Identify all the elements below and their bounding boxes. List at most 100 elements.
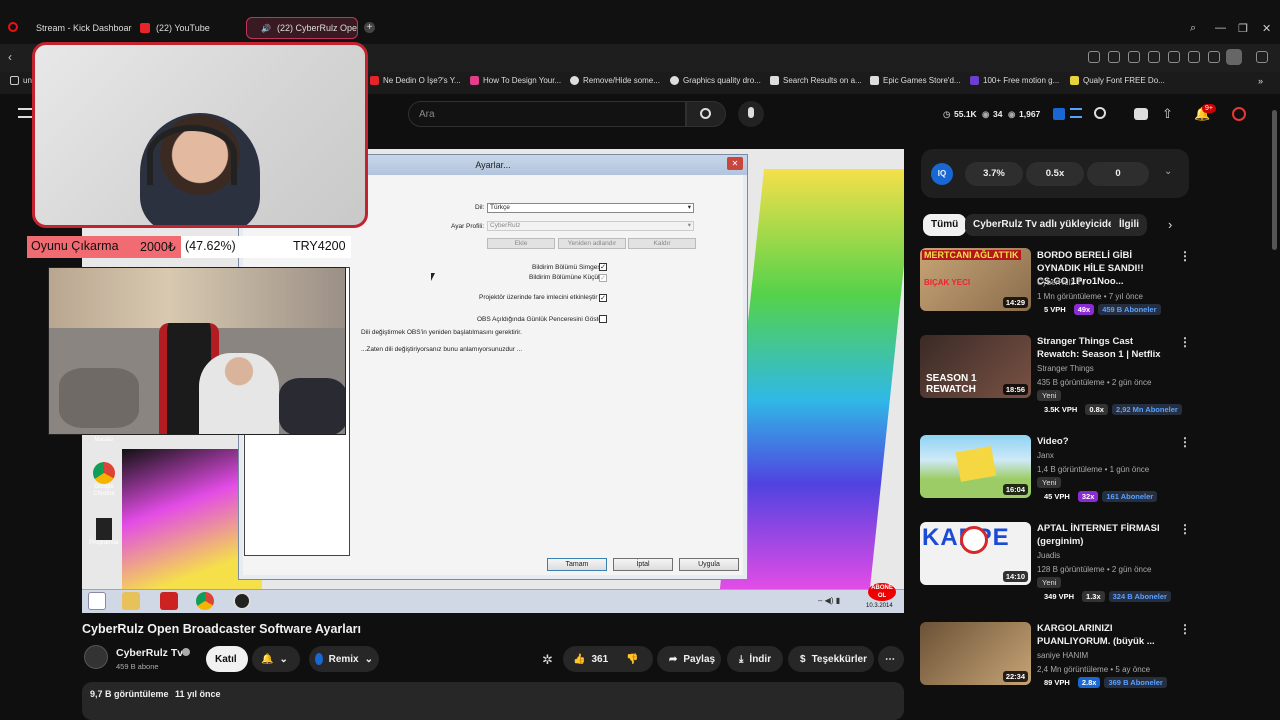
rec-channel[interactable]: Juadis xyxy=(1037,551,1060,560)
rec-channel[interactable]: Stranger Things xyxy=(1037,364,1094,373)
create-icon[interactable] xyxy=(1134,108,1148,120)
thanks-button[interactable]: $ Teşekkürler xyxy=(788,646,874,672)
more-options-icon[interactable]: ⋮ xyxy=(1179,622,1191,636)
speaker-icon[interactable]: 🔊 xyxy=(261,24,271,33)
more-options-icon[interactable]: ⋮ xyxy=(1179,335,1191,349)
bookmark-item[interactable]: 100+ Free motion g... xyxy=(970,76,1059,85)
profile-select[interactable]: CyberRulz ▾ xyxy=(487,221,694,231)
heart-icon[interactable] xyxy=(1168,51,1180,63)
rec-title[interactable]: KARGOLARINIZI PUANLIYORUM. (büyük ... xyxy=(1037,622,1175,648)
remix-button[interactable]: Remix ⌄ xyxy=(309,646,379,672)
search-input[interactable]: Ara xyxy=(408,101,686,127)
upload-icon[interactable]: ⇧ xyxy=(1162,106,1173,122)
chrome-taskbar-icon[interactable] xyxy=(196,592,214,610)
video-description-box[interactable]: 9,7 B görüntüleme 11 yıl önce xyxy=(82,682,904,720)
new-tab-icon[interactable]: + xyxy=(364,22,375,33)
ok-button[interactable]: Tamam xyxy=(547,558,607,571)
rename-profile-button[interactable]: Yeniden adlandır xyxy=(558,238,626,249)
like-icon[interactable]: 👍 xyxy=(573,654,585,665)
bookmark-item[interactable]: Search Results on a... xyxy=(770,76,862,85)
tab-youtube[interactable]: (22) YouTube xyxy=(132,17,242,39)
camera-icon[interactable] xyxy=(1108,51,1120,63)
add-profile-button[interactable]: Ekle xyxy=(487,238,555,249)
tray-icon-checkbox[interactable]: ✓ xyxy=(599,263,607,271)
channel-name[interactable]: CyberRulz Tv xyxy=(116,647,183,659)
download-icon[interactable] xyxy=(1188,51,1200,63)
dialog-close-button[interactable]: ✕ xyxy=(727,157,743,170)
dislike-icon[interactable]: 👎 xyxy=(626,654,638,665)
apply-button[interactable]: Uygula xyxy=(679,558,739,571)
video-thumbnail[interactable]: SEASON 1 REWATCH 18:56 xyxy=(920,335,1031,398)
bookmark-item[interactable]: Epic Games Store'd... xyxy=(870,76,961,85)
abone-ol-badge[interactable]: ABONE OL xyxy=(868,583,896,601)
more-options-icon[interactable]: ⋮ xyxy=(1179,522,1191,536)
back-arrow-icon[interactable]: ‹ xyxy=(8,50,12,64)
video-thumbnail[interactable]: 16:04 xyxy=(920,435,1031,498)
obs-taskbar-icon[interactable] xyxy=(233,592,251,610)
share-button[interactable]: ➦ Paylaş xyxy=(657,646,721,672)
download-button[interactable]: ⤓ İndir xyxy=(727,646,783,672)
page-scrollbar[interactable] xyxy=(1272,110,1277,250)
hamburger-menu-icon[interactable] xyxy=(18,108,32,118)
edit-icon[interactable] xyxy=(1088,51,1100,63)
opera-logo-icon[interactable] xyxy=(8,22,18,32)
projector-cursor-checkbox[interactable]: ✓ xyxy=(599,294,607,302)
rec-channel[interactable]: saniye HANIM xyxy=(1037,651,1088,660)
play-icon[interactable] xyxy=(1148,51,1160,63)
join-button[interactable]: Katıl xyxy=(206,646,248,672)
extensions-icon[interactable] xyxy=(1256,51,1268,63)
chrome-desktop-label[interactable]: Google Chrome xyxy=(84,484,124,498)
bookmark-item[interactable]: Remove/Hide some... xyxy=(570,76,660,85)
log-window-checkbox[interactable] xyxy=(599,315,607,323)
video-thumbnail[interactable]: 22:34 xyxy=(920,622,1031,685)
bookmark-folder[interactable]: un xyxy=(10,76,32,85)
minimize-tray-checkbox[interactable]: ✓ xyxy=(599,274,607,282)
tab-cyberrulz-video[interactable]: 🔊 (22) CyberRulz Open xyxy=(246,17,358,39)
rec-channel[interactable]: Janx xyxy=(1037,451,1054,460)
filter-icon[interactable] xyxy=(1094,107,1106,119)
app-taskbar-icon[interactable] xyxy=(160,592,178,610)
bookmark-item[interactable]: Graphics quality dro... xyxy=(670,76,761,85)
subscribed-bell-button[interactable]: 🔔 ⌄ xyxy=(252,646,300,672)
chrome-desktop-icon[interactable] xyxy=(93,462,115,484)
start-button-icon[interactable] xyxy=(88,592,106,610)
voice-search-button[interactable] xyxy=(738,101,764,127)
video-thumbnail[interactable]: MERTCANI AĞLATTIK BIÇAK YECI 14:29 xyxy=(920,248,1031,311)
chip-all[interactable]: Tümü xyxy=(923,214,967,236)
remove-profile-button[interactable]: Kaldır xyxy=(628,238,696,249)
maximize-icon[interactable]: ❐ xyxy=(1238,22,1248,35)
more-options-icon[interactable]: ⋮ xyxy=(1179,249,1191,263)
chip-related[interactable]: İlgili xyxy=(1111,214,1147,236)
rec-channel[interactable]: CyberRulz Tv xyxy=(1037,278,1085,287)
menu-icon[interactable] xyxy=(1208,51,1220,63)
rec-title[interactable]: Stranger Things Cast Rewatch: Season 1 |… xyxy=(1037,335,1175,361)
iq-extension-icon[interactable] xyxy=(1053,108,1065,120)
explorer-taskbar-icon[interactable] xyxy=(122,592,140,610)
programs-desktop-icon[interactable] xyxy=(96,518,112,540)
gear-icon[interactable]: ✲ xyxy=(542,652,553,668)
channel-avatar[interactable] xyxy=(84,645,108,669)
chevron-right-icon[interactable]: › xyxy=(1168,217,1172,232)
rec-title[interactable]: APTAL İNTERNET FİRMASI (gerginim) xyxy=(1037,522,1175,548)
chip-uploader[interactable]: CyberRulz Tv adlı yükleyiciden xyxy=(965,214,1128,236)
rec-title[interactable]: Video? xyxy=(1037,435,1175,448)
programs-desktop-label[interactable]: Programlar xyxy=(84,540,124,547)
more-actions-button[interactable]: ⋯ xyxy=(878,646,904,672)
video-thumbnail[interactable]: KAPPE 14:10 xyxy=(920,522,1031,585)
more-options-icon[interactable]: ⋮ xyxy=(1179,435,1191,449)
bookmark-item[interactable]: How To Design Your... xyxy=(470,76,561,85)
shield-icon[interactable] xyxy=(1128,51,1140,63)
minimize-icon[interactable]: — xyxy=(1215,22,1226,34)
cancel-button[interactable]: İptal xyxy=(613,558,673,571)
more-bookmarks-icon[interactable]: » xyxy=(1258,76,1263,86)
search-tabs-icon[interactable]: ⌕ xyxy=(1190,22,1196,35)
close-window-icon[interactable]: ✕ xyxy=(1262,22,1271,35)
language-select[interactable]: Türkçe ▾ xyxy=(487,203,694,213)
profile-avatar[interactable] xyxy=(1226,49,1242,65)
bookmark-item[interactable]: Ne Dedin O İşe?'s Y... xyxy=(370,76,461,85)
account-avatar[interactable] xyxy=(1232,107,1246,121)
chevron-down-icon[interactable]: ⌄ xyxy=(1164,166,1172,177)
list-icon[interactable] xyxy=(1070,108,1082,118)
search-button[interactable] xyxy=(686,101,726,127)
bookmark-item[interactable]: Qualy Font FREE Do... xyxy=(1070,76,1165,85)
